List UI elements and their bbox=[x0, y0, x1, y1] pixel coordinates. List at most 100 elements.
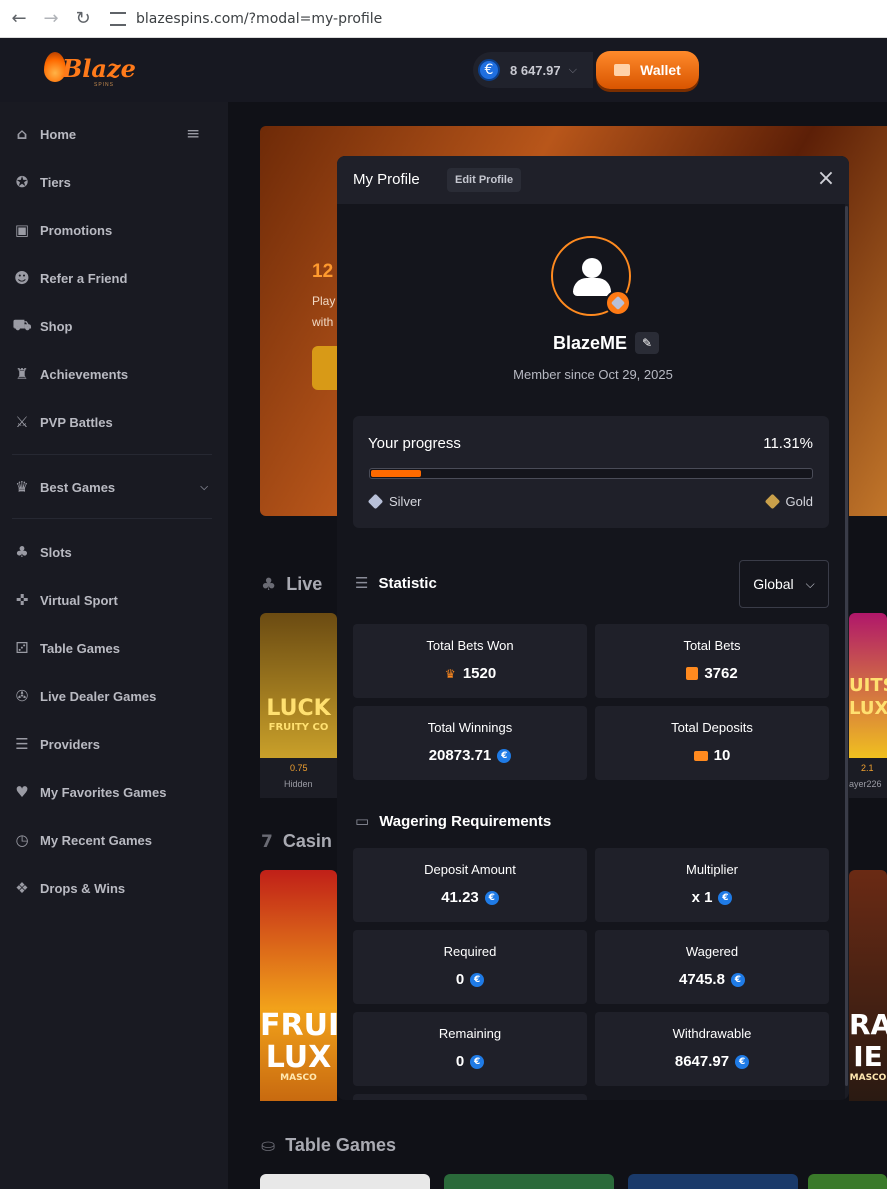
sidebar-item-slots[interactable]: ♣ Slots bbox=[12, 540, 72, 564]
balance-selector[interactable]: € 8 647.97 ⌵ bbox=[473, 52, 593, 88]
progress-card: Your progress 11.31% Silver Gold bbox=[353, 416, 829, 528]
sidebar-item-label: PVP Battles bbox=[40, 414, 113, 430]
browser-toolbar: ← → ↻ blazespins.com/?modal=my-profile bbox=[0, 0, 887, 38]
site-settings-icon[interactable] bbox=[110, 11, 126, 26]
wallet-icon: ▭ bbox=[355, 812, 370, 830]
stat-value-row: 10 bbox=[595, 747, 829, 764]
sidebar-item-label: Best Games bbox=[40, 479, 116, 495]
sidebar-item-live-dealer-games[interactable]: ✇ Live Dealer Games bbox=[12, 684, 157, 708]
site-logo[interactable]: Blaze SPINS bbox=[44, 52, 136, 88]
wallet-icon bbox=[614, 64, 631, 76]
cherry-icon: ♣ bbox=[15, 543, 29, 561]
sidebar-item-best-games[interactable]: ♛ Best Games ⌵ bbox=[12, 475, 212, 499]
wager-label: Multiplier bbox=[685, 862, 738, 877]
wager-card-remaining: Remaining 0 € bbox=[353, 1012, 587, 1086]
wagering-header: ▭ Wagering Requirements bbox=[355, 812, 551, 830]
reload-icon[interactable]: ↻ bbox=[70, 6, 96, 32]
gold-tier-icon bbox=[764, 493, 780, 510]
stat-card-total-deposits: Total Deposits 10 bbox=[595, 706, 829, 780]
sidebar-item-achievements[interactable]: ♜ Achievements bbox=[12, 362, 128, 386]
sidebar-item-shop[interactable]: ⛟ Shop bbox=[12, 314, 73, 338]
sidebar-item-providers[interactable]: ☰ Providers bbox=[12, 732, 100, 756]
chip-icon: ⛀ bbox=[261, 1135, 276, 1156]
drops-icon: ❖ bbox=[15, 879, 29, 897]
sidebar-item-tiers[interactable]: ✪ Tiers bbox=[12, 170, 71, 194]
address-bar[interactable]: blazespins.com/?modal=my-profile bbox=[110, 11, 382, 27]
sidebar-item-home[interactable]: ⌂ Home bbox=[12, 122, 77, 146]
wagering-title: Wagering Requirements bbox=[379, 812, 552, 830]
wallet-button[interactable]: Wallet bbox=[596, 51, 699, 89]
wager-value: 0 bbox=[455, 971, 465, 988]
pencil-icon[interactable]: ✎ bbox=[635, 332, 660, 354]
stat-label: Total Bets Won bbox=[426, 638, 514, 653]
sidebar-item-label: Virtual Sport bbox=[40, 592, 118, 608]
username-row: BlazeME ✎ bbox=[337, 332, 849, 354]
statistic-scope-dropdown[interactable]: Global ⌵ bbox=[739, 560, 829, 608]
avatar[interactable] bbox=[551, 236, 631, 316]
game-tile-player: ayer226 bbox=[849, 779, 882, 789]
game-tile[interactable] bbox=[808, 1174, 887, 1189]
tier-badge-icon bbox=[605, 290, 631, 316]
user-icon-body bbox=[573, 278, 611, 296]
section-live: ♣ Live bbox=[261, 574, 322, 595]
gamepad-icon: ✜ bbox=[15, 591, 29, 609]
sidebar-item-label: Home bbox=[40, 126, 77, 142]
sidebar-item-label: My Favorites Games bbox=[40, 784, 167, 800]
progress-bar-fill bbox=[371, 470, 421, 477]
sidebar-item-label: Shop bbox=[40, 318, 73, 334]
statistic-title: Statistic bbox=[378, 574, 437, 592]
wager-label: Wagered bbox=[685, 944, 739, 959]
section-table-games-title: Table Games bbox=[285, 1135, 396, 1155]
game-tile[interactable] bbox=[444, 1174, 614, 1189]
hero-title: 12 bbox=[312, 261, 334, 282]
wager-card-required: Required 0 € bbox=[353, 930, 587, 1004]
collapse-sidebar-icon[interactable]: ≡ bbox=[186, 124, 200, 144]
modal-title: My Profile bbox=[353, 171, 420, 188]
stat-value: 10 bbox=[713, 747, 731, 764]
game-tile-footer: 2.1 ayer226 bbox=[849, 758, 887, 798]
member-since: Member since Oct 29, 2025 bbox=[513, 367, 673, 382]
wager-value-row: 0 € bbox=[353, 1053, 587, 1070]
chip-icon: ✇ bbox=[15, 687, 29, 705]
section-casino: 7 Casin bbox=[261, 831, 332, 852]
sidebar-item-label: Promotions bbox=[40, 222, 113, 238]
wager-card-withdrawable: Withdrawable 8647.97 € bbox=[595, 1012, 829, 1086]
game-tile[interactable] bbox=[628, 1174, 798, 1189]
wallet-icon bbox=[693, 750, 708, 761]
sidebar-item-refer-a-friend[interactable]: ☻ Refer a Friend bbox=[12, 266, 127, 290]
sidebar-divider bbox=[12, 454, 212, 455]
sidebar-item-label: Achievements bbox=[40, 366, 129, 382]
sidebar-item-my-favorites-games[interactable]: ♥ My Favorites Games bbox=[12, 780, 166, 804]
wager-card-multiplier: Multiplier x 1 € bbox=[595, 848, 829, 922]
stat-label: Total Winnings bbox=[427, 720, 513, 735]
stat-value: 1520 bbox=[462, 665, 497, 682]
statistic-header: ☰ Statistic bbox=[355, 574, 437, 592]
game-tile-brand: MASCO bbox=[280, 1073, 317, 1083]
wager-label: Deposit Amount bbox=[424, 862, 516, 877]
sidebar-item-pvp-battles[interactable]: ⚔ PVP Battles bbox=[12, 410, 113, 434]
euro-icon: € bbox=[484, 890, 499, 905]
progress-value: 11.31% bbox=[763, 435, 813, 452]
game-tile-payout: 0.75 bbox=[290, 763, 308, 773]
wager-value-row: 0 € bbox=[353, 971, 587, 988]
sidebar-item-table-games[interactable]: ⚂ Table Games bbox=[12, 636, 120, 660]
layers-icon: ☰ bbox=[355, 574, 369, 592]
edit-profile-button[interactable]: Edit Profile bbox=[447, 168, 522, 192]
sidebar-item-virtual-sport[interactable]: ✜ Virtual Sport bbox=[12, 588, 118, 612]
close-icon[interactable]: × bbox=[815, 168, 837, 192]
stat-value-row: 20873.71 € bbox=[353, 747, 587, 764]
sidebar-item-label: Drops & Wins bbox=[40, 880, 126, 896]
game-tile[interactable] bbox=[260, 1174, 430, 1189]
sidebar-item-my-recent-games[interactable]: ◷ My Recent Games bbox=[12, 828, 152, 852]
sidebar-item-label: Refer a Friend bbox=[40, 270, 128, 286]
game-tile[interactable] bbox=[260, 613, 337, 758]
forward-icon[interactable]: → bbox=[38, 6, 64, 32]
trophy-icon: ♛ bbox=[444, 666, 456, 681]
tier-from-label: Silver bbox=[389, 494, 422, 509]
sidebar-item-drops-wins[interactable]: ❖ Drops & Wins bbox=[12, 876, 125, 900]
section-table-games: ⛀ Table Games bbox=[261, 1135, 396, 1156]
back-icon[interactable]: ← bbox=[6, 6, 32, 32]
seven-icon: 7 bbox=[261, 831, 273, 852]
wager-label: Remaining bbox=[438, 1026, 502, 1041]
sidebar-item-promotions[interactable]: ▣ Promotions bbox=[12, 218, 112, 242]
